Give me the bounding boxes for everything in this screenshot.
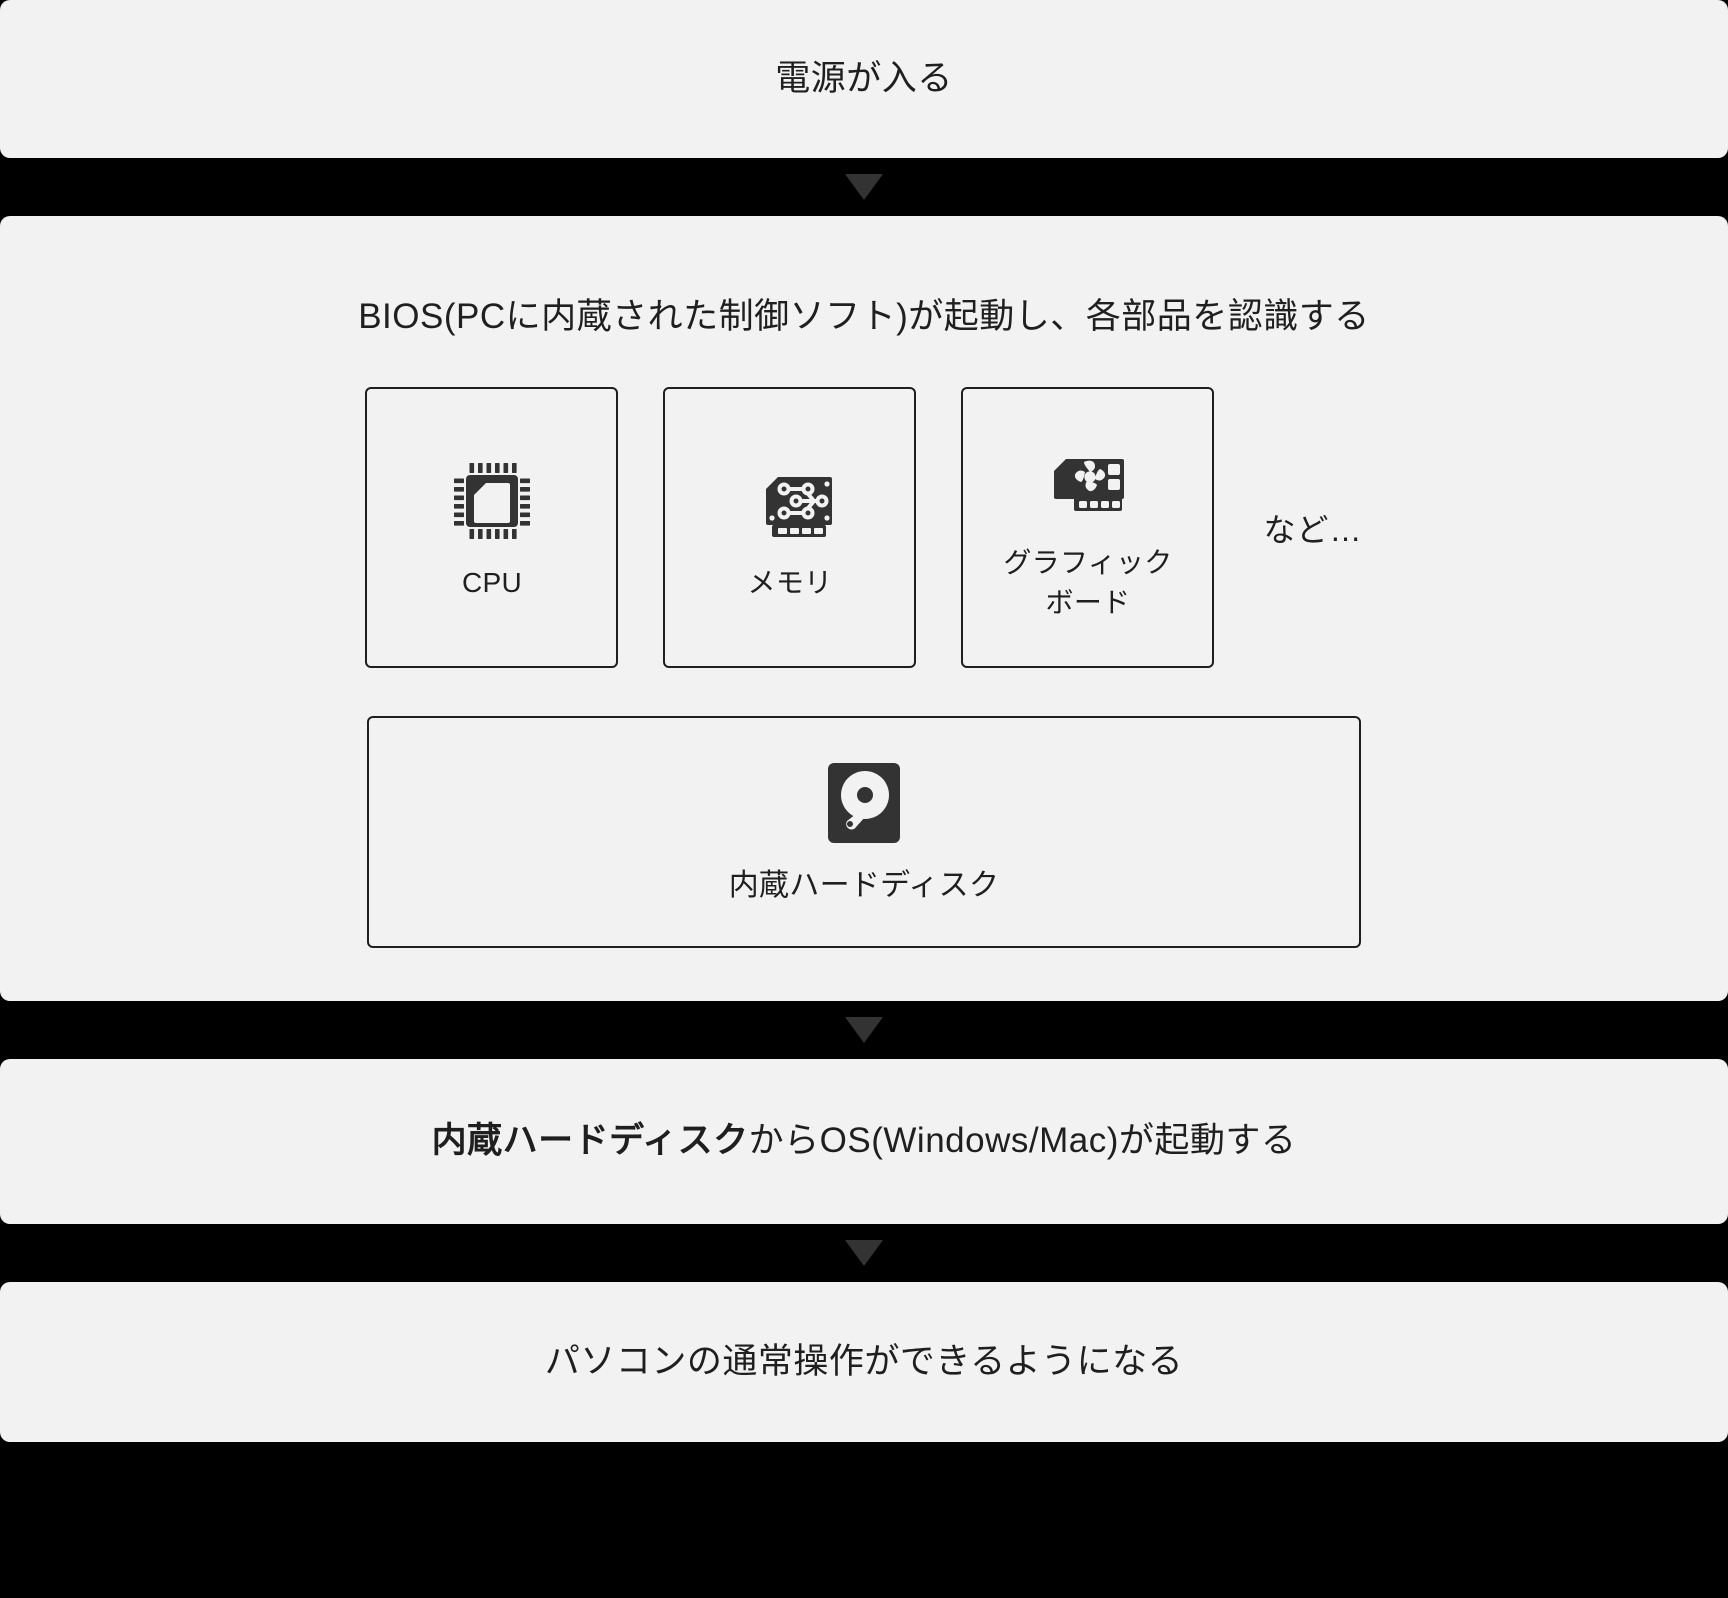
part-card-memory-label: メモリ (747, 566, 833, 598)
part-card-cpu: CPU (365, 387, 619, 668)
arrow-connector-1 (0, 158, 1728, 216)
step-bios-title: BIOS(PCに内蔵された制御ソフト)が起動し、各部品を認識する (358, 297, 1370, 336)
step-ready: パソコンの通常操作ができるようになる (0, 1282, 1728, 1442)
graphics-board-label-line2: ボード (1045, 586, 1131, 618)
cpu-chip-icon (444, 453, 540, 549)
graphics-board-label-line1: グラフィック (1003, 546, 1173, 578)
part-card-internal-hard-disk-label: 内蔵ハードディスク (728, 868, 1000, 902)
part-card-graphics-board-label: グラフィック ボード (1003, 543, 1172, 623)
boot-process-flowchart: 電源が入る BIOS(PCに内蔵された制御ソフト)が起動し、各部品を認識する C… (0, 0, 1728, 1598)
step-os-boot-label-strong: 内蔵ハードディスク (431, 1121, 749, 1161)
bios-parts-row: CPU メモリ グラフィック ボード など… (365, 387, 1362, 668)
step-os-boot-label: 内蔵ハードディスクからOS(Windows/Mac)が起動する (432, 1115, 1297, 1168)
step-os-boot: 内蔵ハードディスクからOS(Windows/Mac)が起動する (0, 1059, 1728, 1224)
graphics-card-icon (1040, 433, 1136, 529)
parts-etc-label: など… (1263, 511, 1363, 548)
part-card-memory: メモリ (663, 387, 917, 668)
step-ready-label: パソコンの通常操作ができるようになる (544, 1341, 1184, 1381)
step-power-on-label: 電源が入る (775, 58, 953, 98)
step-power-on: 電源が入る (0, 0, 1728, 158)
arrow-connector-2 (0, 1001, 1728, 1059)
down-triangle-icon (845, 174, 883, 200)
step-os-boot-label-rest: からOS(Windows/Mac)が起動する (748, 1121, 1297, 1161)
part-card-graphics-board: グラフィック ボード (961, 387, 1215, 668)
memory-module-icon (742, 453, 838, 549)
down-triangle-icon (845, 1017, 883, 1043)
arrow-connector-3 (0, 1224, 1728, 1282)
hard-disk-icon (818, 757, 910, 849)
part-card-internal-hard-disk: 内蔵ハードディスク (367, 716, 1361, 948)
down-triangle-icon (845, 1240, 883, 1266)
part-card-cpu-label: CPU (461, 566, 522, 598)
step-bios: BIOS(PCに内蔵された制御ソフト)が起動し、各部品を認識する CPU メモリ… (0, 216, 1728, 1001)
